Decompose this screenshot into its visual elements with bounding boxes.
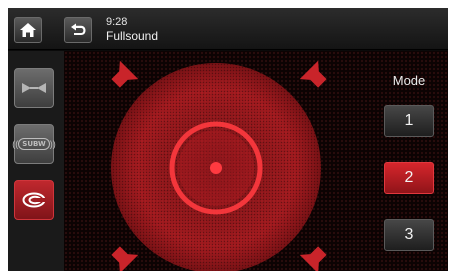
home-button[interactable] (14, 17, 42, 43)
sound-field-stage[interactable] (64, 51, 368, 271)
header-bar: 9:28 Fullsound (8, 8, 448, 50)
sidebar-item-subwoofer[interactable]: (( SUBW )) (12, 124, 56, 164)
home-icon (20, 23, 36, 37)
fullsound-icon (22, 192, 46, 208)
back-button[interactable] (64, 17, 92, 43)
speaker-rear-left-icon (111, 246, 139, 271)
mode-label: Mode (392, 73, 426, 88)
sidebar-item-fullsound[interactable] (14, 180, 54, 220)
speaker-front-right-icon (299, 60, 327, 88)
listening-position-dot[interactable] (210, 162, 222, 174)
mode-2-button[interactable]: 2 (384, 162, 434, 194)
back-arrow-icon (71, 23, 86, 35)
mode-3-button[interactable]: 3 (384, 219, 434, 251)
speaker-front-left-icon (111, 60, 139, 88)
page-title: Fullsound (106, 29, 159, 43)
speaker-rear-right-icon (299, 246, 327, 271)
sidebar: (( SUBW )) (8, 51, 64, 271)
screen: 9:28 Fullsound (( SUBW )) Mode 1 2 3 (8, 8, 448, 271)
subwoofer-icon: (( SUBW )) (12, 138, 56, 150)
balance-icon (22, 83, 46, 93)
mode-1-button[interactable]: 1 (384, 105, 434, 137)
subwoofer-label: SUBW (18, 138, 50, 150)
sidebar-item-balance[interactable] (14, 68, 54, 108)
clock-text: 9:28 (106, 16, 128, 28)
